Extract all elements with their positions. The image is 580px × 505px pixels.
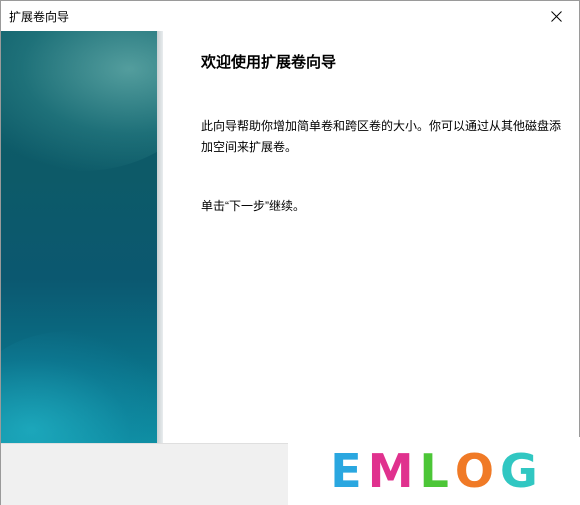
watermark-letter-l: L: [419, 444, 449, 498]
wizard-instruction: 单击“下一步”继续。: [201, 199, 305, 213]
wizard-description: 此向导帮助你增加简单卷和跨区卷的大小。你可以通过从其他磁盘添加空间来扩展卷。: [201, 119, 562, 154]
close-icon: [550, 10, 562, 22]
wizard-heading: 欢迎使用扩展卷向导: [201, 54, 337, 71]
window-title: 扩展卷向导: [9, 10, 70, 24]
watermark-letter-m: M: [367, 444, 414, 498]
title-bar[interactable]: 扩展卷向导: [1, 1, 579, 31]
close-button[interactable]: [533, 1, 579, 31]
emlog-watermark-logo: E M L O G: [288, 437, 580, 505]
watermark-letter-o: O: [454, 444, 494, 498]
banner-divider: [157, 31, 163, 443]
watermark-letter-e: E: [330, 444, 362, 498]
watermark-letter-g: G: [499, 444, 538, 498]
wizard-side-banner: [1, 31, 161, 443]
extend-volume-wizard-window: 扩展卷向导 欢迎使用扩展卷向导 此向导帮助你增加简单卷和跨区卷的大小。你可以通过…: [0, 0, 580, 505]
